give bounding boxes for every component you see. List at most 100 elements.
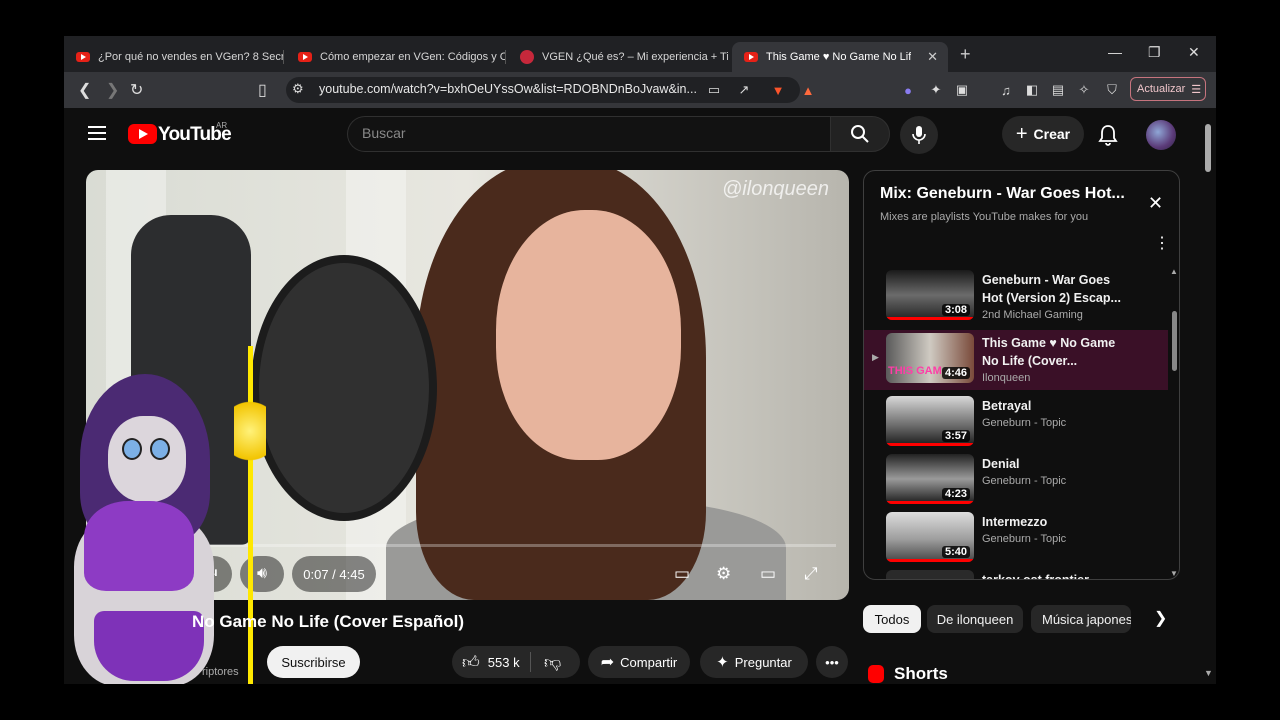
list-scroll-up-icon[interactable]: ▲ [1170,267,1178,276]
list-item-playing[interactable]: ▶ THIS GAM 4:46 This Game ♥ No Game No L… [864,330,1168,390]
tab-3[interactable]: VGEN ¿Qué es? – Mi experiencia + Tip [508,42,728,72]
duration-badge: 5:40 [941,546,970,558]
chip-all[interactable]: Todos [863,605,921,633]
leo-icon[interactable]: ● [900,82,916,98]
mix-scrollbar[interactable] [1172,311,1177,371]
video-thumbnail[interactable]: 4:23 [886,454,974,504]
item-channel: 2nd Michael Gaming [982,309,1083,321]
item-title[interactable]: Betrayal [982,397,1132,415]
back-icon[interactable]: ❮ [78,80,91,100]
youtube-favicon-icon [744,52,758,62]
item-title[interactable]: Geneburn - War Goes Hot (Version 2) Esca… [982,271,1132,307]
youtube-logo-icon[interactable] [128,124,157,144]
duration-badge: 4:46 [941,367,970,379]
ask-label: Preguntar [734,654,792,670]
video-thumbnail[interactable]: 3:57 [886,396,974,446]
country-code: AR [216,121,228,130]
share-icon[interactable]: ↗ [736,82,752,98]
video-progress-bar[interactable] [126,544,836,547]
search-input[interactable] [347,116,831,152]
item-title[interactable]: This Game ♥ No Game No Life (Cover... [982,334,1132,370]
page-scrollbar[interactable] [1200,108,1216,684]
voice-search-button[interactable] [900,116,938,154]
sidebar-icon[interactable]: ◧ [1024,82,1040,98]
time-text: 0:07 / 4:45 [303,566,365,582]
dislike-icon[interactable]: 👎︎ [544,652,561,673]
minimize-icon[interactable]: — [1108,44,1122,60]
tab-4-active[interactable]: This Game ♥ No Game No Life ( ✕ [732,42,948,72]
close-tab-icon[interactable]: ✕ [927,49,938,65]
ai-icon[interactable]: ✧ [1076,82,1092,98]
close-window-icon[interactable]: ✕ [1188,44,1200,61]
page-scrollbar-thumb[interactable] [1205,124,1211,172]
volume-button[interactable]: 🔊︎ [240,556,284,592]
hamburger-menu-icon[interactable] [88,126,106,144]
character-staff-head [234,386,266,476]
list-item[interactable]: 3:08 Geneburn - War Goes Hot (Version 2)… [864,267,1168,327]
item-title[interactable]: Intermezzo [982,513,1132,531]
update-button[interactable]: Actualizar ☰ [1130,77,1206,101]
subscribe-button[interactable]: Suscribirse [267,646,360,678]
video-thumbnail[interactable] [886,570,974,579]
shorts-heading[interactable]: Shorts [868,664,948,684]
avatar[interactable] [1146,120,1176,150]
notifications-bell-icon[interactable] [1098,124,1118,151]
extensions-icon[interactable]: ✦ [928,82,944,98]
forward-icon[interactable]: ❯ [106,80,119,100]
like-count[interactable]: 553 k [488,655,520,670]
tab-title: Cómo empezar en VGen: Códigos y C [320,51,506,63]
share-button[interactable]: ➦ Compartir [588,646,690,678]
thumbnail-text: THIS GAM [888,365,942,377]
chip-japanese-music[interactable]: Música japones [1031,605,1131,633]
list-item[interactable]: 3:57 Betrayal Geneburn - Topic [864,393,1168,453]
reload-icon[interactable]: ↻ [130,80,143,100]
settings-gear-icon[interactable]: ⚙ [716,564,731,584]
item-title[interactable]: Denial [982,455,1132,473]
mix-playlist-panel: Mix: Geneburn - War Goes Hot... Mixes ar… [863,170,1180,580]
tab-1[interactable]: ¿Por qué no vendes en VGen? 8 Secre [64,42,284,72]
search-button[interactable] [830,116,890,152]
item-channel: Geneburn - Topic [982,475,1067,487]
chevron-right-icon[interactable]: ❯ [1154,608,1167,628]
bookmark-icon[interactable]: ▯ [258,80,267,100]
list-scroll-down-icon[interactable]: ▼ [1170,569,1178,578]
tab-2[interactable]: Cómo empezar en VGen: Códigos y C [286,42,506,72]
list-item[interactable]: 5:40 Intermezzo Geneburn - Topic [864,509,1168,569]
subtitles-icon[interactable]: ▭ [674,564,690,584]
subscribe-label: Suscribirse [281,654,346,670]
more-vertical-icon[interactable]: ⋮ [1154,233,1170,253]
like-dislike-group: 👍︎ 553 k 👎︎ [452,646,580,678]
more-actions-button[interactable]: ••• [816,646,848,678]
close-icon[interactable]: ✕ [1148,193,1163,214]
create-button[interactable]: + Crear [1002,116,1084,152]
cast-icon[interactable]: ▭ [706,82,722,98]
character-top [84,501,194,591]
chip-from-channel[interactable]: De ilonqueen [927,605,1023,633]
ask-button[interactable]: ✦ Preguntar [700,646,808,678]
video-thumbnail[interactable]: THIS GAM 4:46 [886,333,974,383]
wallet-icon[interactable]: ▤ [1050,82,1066,98]
video-thumbnail[interactable]: 5:40 [886,512,974,562]
video-watermark: @ilonqueen [722,178,830,200]
site-settings-icon[interactable]: ⚙ [292,81,304,97]
scroll-down-icon[interactable]: ▼ [1204,668,1213,678]
subscriber-count: riptores [202,666,239,678]
like-icon[interactable]: 👍︎ [462,652,480,673]
vpn-icon[interactable]: ⛉ [1104,82,1120,98]
rewards-icon[interactable]: ▲ [800,82,816,98]
list-item[interactable]: tarkov ost frontier [864,567,1168,579]
microphone-icon [912,126,926,144]
restore-icon[interactable]: ❐ [1148,44,1161,61]
video-thumbnail[interactable]: 3:08 [886,270,974,320]
youtube-favicon-icon [76,52,90,62]
list-item[interactable]: 4:23 Denial Geneburn - Topic [864,451,1168,511]
brave-shield-icon[interactable]: ▼ [770,82,786,98]
fullscreen-icon[interactable]: ⤢ [804,564,818,584]
theater-mode-icon[interactable]: ▭ [760,564,776,584]
mix-title[interactable]: Mix: Geneburn - War Goes Hot... [880,185,1130,203]
item-title[interactable]: tarkov ost frontier [982,571,1132,579]
new-tab-icon[interactable]: + [960,44,971,65]
screenshot-icon[interactable]: ▣ [954,82,970,98]
music-icon[interactable]: ♫ [998,82,1014,98]
time-display: 0:07 / 4:45 [292,556,376,592]
